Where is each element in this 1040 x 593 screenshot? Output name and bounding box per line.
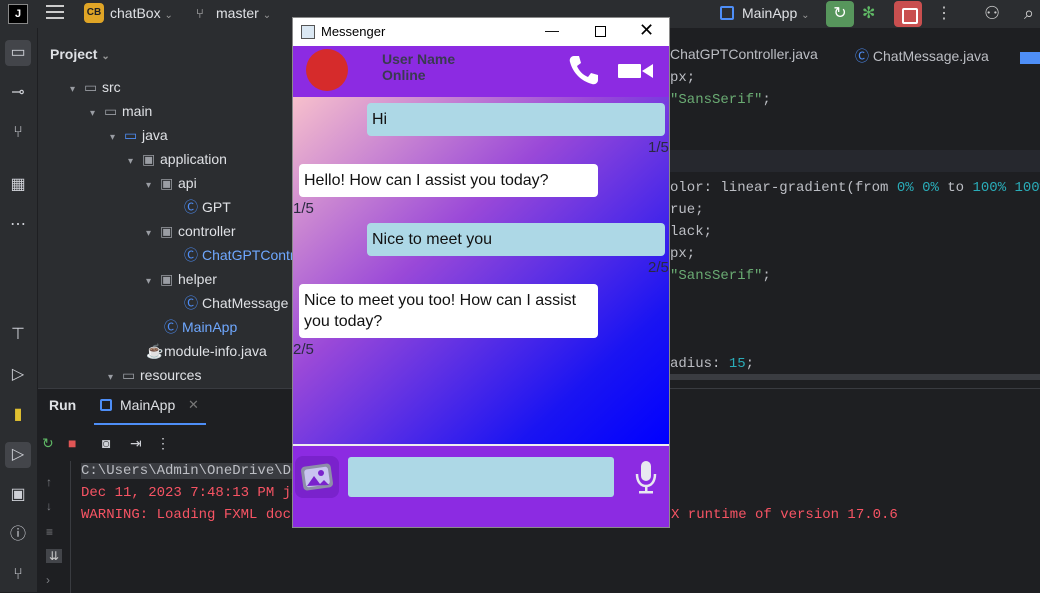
message-meta: 2/5 bbox=[293, 341, 314, 358]
message-bubble-received[interactable]: Hello! How can I assist you today? bbox=[299, 164, 598, 197]
tree-item-chatmessage[interactable]: Ⓒ ChatMessage bbox=[184, 291, 288, 315]
add-user-icon[interactable]: ⚇ bbox=[984, 3, 1000, 24]
tree-item-controller[interactable]: ▾ ▣ controller bbox=[146, 219, 236, 243]
project-panel-title[interactable]: Project ⌄ bbox=[50, 46, 110, 62]
left-tool-strip: ▭ ⊸ ⑂ ▦ ⋯ ⊤ ▷ ▮ ▷ ▣ ⓘ ⑂ bbox=[0, 28, 38, 592]
debug-bug-icon[interactable]: ✻ bbox=[862, 3, 875, 23]
search-icon[interactable]: ⌕ bbox=[1024, 3, 1034, 24]
stop-icon[interactable]: ■ bbox=[68, 435, 76, 451]
terminal-icon[interactable]: ▣ bbox=[5, 482, 31, 508]
image-attach-icon[interactable] bbox=[295, 456, 339, 498]
soft-wrap-icon[interactable]: ≡ bbox=[46, 525, 53, 539]
tree-item-application[interactable]: ▾ ▣ application bbox=[128, 147, 227, 171]
microphone-icon[interactable] bbox=[635, 460, 657, 494]
tree-item-api[interactable]: ▾ ▣ api bbox=[146, 171, 197, 195]
phone-call-icon[interactable] bbox=[567, 53, 601, 87]
exit-icon[interactable]: ⇥ bbox=[130, 435, 142, 452]
tree-item-java[interactable]: ▾ ▭ java bbox=[110, 123, 168, 147]
problems-icon[interactable]: ⓘ bbox=[5, 522, 31, 548]
more-icon[interactable]: ⋮ bbox=[936, 3, 952, 23]
message-bubble-sent[interactable]: Hi bbox=[367, 103, 665, 136]
rerun-button[interactable]: ↻ bbox=[826, 1, 854, 27]
console-line: WARNING: Loading FXML docum bbox=[81, 507, 308, 523]
maximize-button[interactable] bbox=[595, 26, 606, 37]
commit-icon[interactable]: ⊸ bbox=[5, 80, 31, 106]
message-bubble-received[interactable]: Nice to meet you too! How can I assist y… bbox=[299, 284, 598, 338]
code-line: adius: 15; bbox=[670, 356, 755, 372]
console-line: C:\Users\Admin\OneDrive\Des bbox=[81, 463, 308, 479]
message-input[interactable] bbox=[348, 457, 614, 497]
message-meta: 1/5 bbox=[648, 139, 669, 156]
code-line: "SansSerif"; bbox=[670, 92, 771, 108]
tab-overflow-indicator[interactable] bbox=[1020, 52, 1040, 64]
rerun-icon[interactable]: ↻ bbox=[42, 435, 54, 452]
more-tools-icon[interactable]: ⋯ bbox=[5, 212, 31, 238]
messenger-window: Messenger — ✕ User Name Online Hi 1/5 He… bbox=[292, 17, 670, 528]
window-title-bar[interactable]: Messenger — ✕ bbox=[293, 18, 669, 46]
avatar[interactable] bbox=[306, 49, 348, 91]
run-tab-mainapp[interactable]: MainApp bbox=[120, 397, 175, 413]
project-switcher[interactable]: chatBox ⌄ bbox=[110, 5, 173, 21]
user-status: Online bbox=[382, 67, 426, 83]
project-panel: Project ⌄ ▾ ▭ src ▾ ▭ main ▾ ▭ java ▾ ▣ applicat… bbox=[38, 28, 295, 388]
notification-icon[interactable]: ▮ bbox=[5, 402, 31, 428]
git-icon[interactable]: ⑂ bbox=[5, 562, 31, 588]
minimize-button[interactable]: — bbox=[545, 22, 559, 38]
tree-item-gpt[interactable]: Ⓒ GPT bbox=[184, 195, 231, 219]
run-config-selector[interactable]: MainApp ⌄ bbox=[742, 5, 810, 21]
stop-button[interactable] bbox=[894, 1, 922, 27]
chat-input-bar bbox=[293, 444, 669, 527]
tree-item-chatgptcontroller[interactable]: Ⓒ ChatGPTContr bbox=[184, 243, 295, 267]
close-icon[interactable]: ✕ bbox=[188, 397, 199, 413]
build-hammer-icon[interactable]: ⊤ bbox=[5, 322, 31, 348]
run-tab-icon bbox=[100, 399, 112, 411]
message-bubble-sent[interactable]: Nice to meet you bbox=[367, 223, 665, 256]
ide-logo: J bbox=[8, 4, 28, 24]
tree-item-helper[interactable]: ▾ ▣ helper bbox=[146, 267, 217, 291]
tree-item-mainapp[interactable]: Ⓒ MainApp bbox=[164, 315, 237, 339]
tree-item-module-info[interactable]: ☕module-info.java bbox=[146, 339, 267, 363]
branch-switcher[interactable]: master ⌄ bbox=[216, 5, 271, 21]
scroll-down-icon[interactable]: ↓ bbox=[46, 499, 52, 513]
scroll-to-end-icon[interactable]: ⇊ bbox=[46, 549, 63, 563]
code-line: rue; bbox=[670, 202, 704, 218]
pull-requests-icon[interactable]: ⑂ bbox=[5, 120, 31, 146]
chat-header: User Name Online bbox=[293, 46, 669, 97]
scroll-up-icon[interactable]: ↑ bbox=[46, 475, 52, 489]
run-config-icon bbox=[720, 6, 734, 20]
code-line: "SansSerif"; bbox=[670, 268, 771, 284]
tree-item-src[interactable]: ▾ ▭ src bbox=[70, 75, 121, 99]
code-line: px; bbox=[670, 70, 696, 86]
git-branch-icon: ⑂ bbox=[196, 6, 204, 21]
tree-item-main[interactable]: ▾ ▭ main bbox=[90, 99, 152, 123]
more-icon[interactable]: ⋮ bbox=[156, 435, 170, 452]
close-window-button[interactable]: ✕ bbox=[639, 20, 654, 41]
console-line-tail: X runtime of version 17.0.6 bbox=[671, 507, 898, 523]
tab-chatmessage[interactable]: Ⓒ ChatMessage.java bbox=[855, 46, 989, 66]
code-line: olor: linear-gradient(from 0% 0% to 100%… bbox=[670, 180, 1040, 196]
tree-item-resources[interactable]: ▾ ▭ resources bbox=[108, 363, 201, 387]
chat-messages-area[interactable]: Hi 1/5 Hello! How can I assist you today… bbox=[293, 97, 669, 444]
window-title: Messenger bbox=[321, 24, 386, 39]
tab-chatgptcontroller[interactable]: ChatGPTController.java bbox=[670, 46, 818, 62]
user-name: User Name bbox=[382, 51, 456, 67]
run-tab-underline bbox=[94, 423, 206, 425]
structure-icon[interactable]: ▦ bbox=[5, 172, 31, 198]
services-icon[interactable]: ▷ bbox=[5, 362, 31, 388]
app-icon bbox=[301, 25, 315, 39]
project-badge[interactable]: CB bbox=[84, 3, 104, 23]
message-meta: 1/5 bbox=[293, 200, 314, 217]
project-folder-icon[interactable]: ▭ bbox=[5, 40, 31, 66]
run-panel-title: Run bbox=[49, 397, 77, 413]
video-call-icon[interactable] bbox=[618, 61, 654, 81]
expand-icon[interactable]: › bbox=[46, 573, 50, 587]
message-meta: 2/5 bbox=[648, 259, 669, 276]
console-line: Dec 11, 2023 7:48:13 PM jav bbox=[81, 485, 308, 501]
code-line: px; bbox=[670, 246, 696, 262]
main-menu-icon[interactable] bbox=[46, 5, 64, 21]
code-line: lack; bbox=[670, 224, 713, 240]
camera-icon[interactable]: ◙ bbox=[102, 435, 110, 451]
run-tool-icon[interactable]: ▷ bbox=[5, 442, 31, 468]
